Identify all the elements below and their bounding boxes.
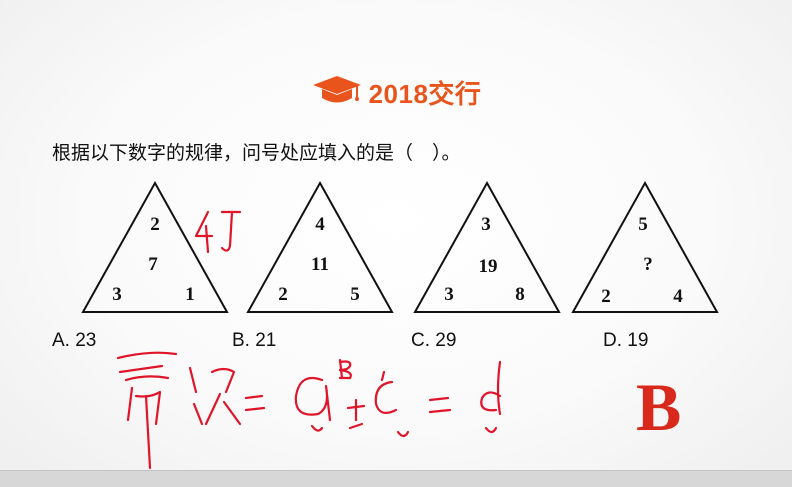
handwriting-annotations bbox=[116, 210, 502, 470]
slide: 2018交行 根据以下数字的规律，问号处应填入的是（ ）。 2 7 3 1 4 … bbox=[0, 0, 792, 487]
bottom-bar bbox=[0, 470, 792, 487]
